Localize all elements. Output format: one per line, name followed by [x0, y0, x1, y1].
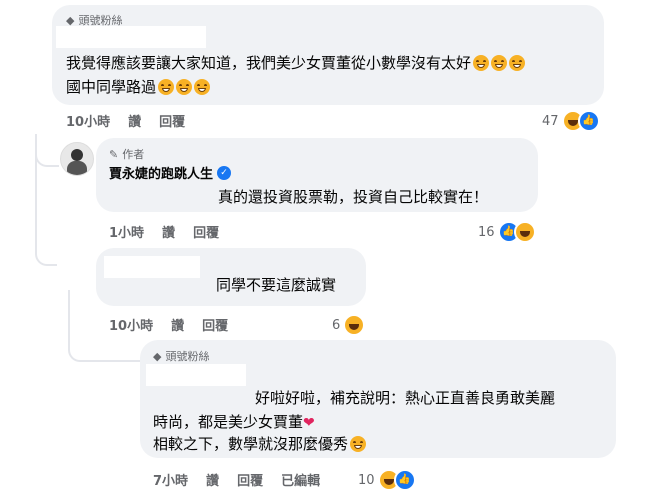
timestamp[interactable]: 7小時 [153, 470, 188, 489]
reactions-summary-1[interactable]: 47 👍 [542, 110, 600, 132]
commenter-name-redacted-1[interactable] [56, 26, 206, 48]
comment-text-3: 同學不要這麼誠實 [216, 274, 336, 296]
haha-emoji [158, 79, 175, 95]
comment-text: 同學不要這麼誠實 [216, 276, 337, 294]
badge-label: 頭號粉絲 [165, 350, 210, 363]
edited-label: 已編輯 [281, 474, 321, 489]
pencil-icon: ✎ [109, 147, 119, 161]
like-button[interactable]: 讚 [162, 222, 175, 241]
comment-actions-1: 10小時 讚 回覆 [66, 111, 185, 130]
comment-text-2: 真的還投資股票勒，投資自己比較實在！ [218, 186, 488, 208]
verified-icon: ✓ [217, 165, 232, 180]
author-name-label[interactable]: 賈永婕的跑跳人生 [109, 163, 213, 182]
diamond-icon: ◆ [153, 349, 162, 363]
thread-line-branch [35, 145, 59, 167]
author-tag-label: 作者 [122, 148, 145, 161]
timestamp[interactable]: 10小時 [66, 111, 110, 130]
like-button[interactable]: 讚 [206, 470, 219, 489]
comment-text-4-line-1: 好啦好啦，補充說明：熱心正直善良勇敢美麗 [255, 387, 555, 409]
reaction-count: 6 [332, 317, 341, 333]
comment-actions-2: 1小時 讚 回覆 [109, 222, 219, 241]
author-name[interactable]: 賈永婕的跑跳人生 ✓ [109, 163, 232, 182]
author-tag: ✎ 作者 [109, 146, 144, 162]
haha-emoji [473, 55, 490, 71]
reply-button[interactable]: 回覆 [193, 222, 219, 241]
haha-emoji [176, 79, 193, 95]
reactions-summary-4[interactable]: 10 👍 [358, 469, 416, 491]
reply-button[interactable]: 回覆 [202, 315, 228, 334]
heart-emoji: ❤ [303, 415, 315, 431]
comment-text-1-line-2: 國中同學路過 [66, 76, 211, 98]
comment-text: 時尚，都是美少女賈董 [153, 413, 304, 431]
haha-reaction-icon [343, 314, 366, 336]
diamond-icon: ◆ [66, 13, 75, 27]
reaction-count: 47 [542, 113, 559, 129]
reply-button[interactable]: 回覆 [237, 470, 263, 489]
comment-text-4-line-2: 時尚，都是美少女賈董❤ [153, 411, 315, 434]
avatar[interactable] [60, 142, 94, 176]
reply-button[interactable]: 回覆 [159, 111, 185, 130]
comment-text: 我覺得應該要讓大家知道，我們美少女賈董從小數學沒有太好 [66, 54, 472, 72]
reactions-summary-2[interactable]: 16 👍 [478, 221, 536, 243]
reaction-count: 10 [358, 472, 375, 488]
timestamp[interactable]: 1小時 [109, 222, 144, 241]
like-button[interactable]: 讚 [128, 111, 141, 130]
haha-emoji [194, 79, 211, 95]
comment-text-4-line-3: 相較之下，數學就沒那麼優秀 [153, 433, 367, 455]
reactions-summary-3[interactable]: 6 [332, 314, 366, 336]
commenter-name-redacted-4[interactable] [146, 364, 246, 386]
like-reaction-icon: 👍 [577, 110, 600, 132]
like-button[interactable]: 讚 [171, 315, 184, 334]
commenter-name-redacted-3[interactable] [104, 256, 200, 278]
like-reaction-icon: 👍 [393, 469, 416, 491]
reaction-count: 16 [478, 224, 495, 240]
timestamp[interactable]: 10小時 [109, 315, 153, 334]
comment-actions-3: 10小時 讚 回覆 [109, 315, 228, 334]
comment-text: 真的還投資股票勒，投資自己比較實在！ [218, 188, 489, 206]
comment-text: 國中同學路過 [66, 78, 157, 96]
comment-text: 好啦好啦，補充說明：熱心正直善良勇敢美麗 [255, 389, 556, 407]
comment-text-1-line-1: 我覺得應該要讓大家知道，我們美少女賈董從小數學沒有太好 [66, 52, 526, 74]
top-fan-badge-4: ◆ 頭號粉絲 [153, 348, 209, 364]
haha-emoji [350, 436, 367, 452]
comment-text: 相較之下，數學就沒那麼優秀 [153, 435, 349, 453]
haha-emoji [509, 55, 526, 71]
haha-reaction-icon [513, 221, 536, 243]
comment-actions-4: 7小時 讚 回覆 已編輯 [153, 470, 320, 489]
haha-emoji [491, 55, 508, 71]
